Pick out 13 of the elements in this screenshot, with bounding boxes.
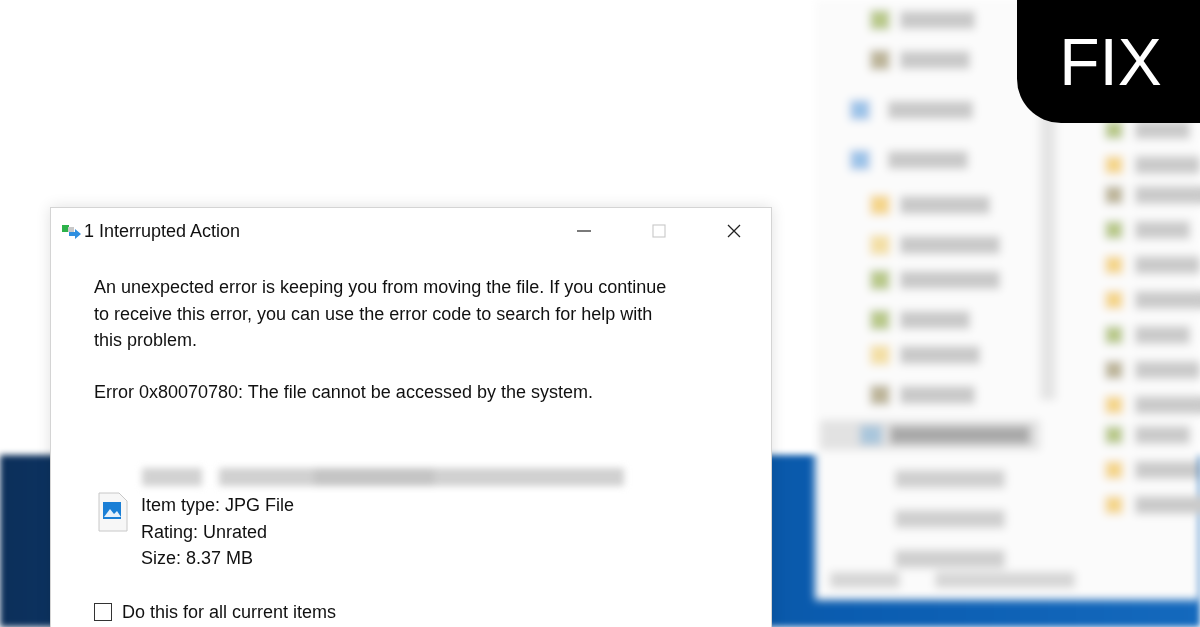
item-detail: Item type: JPG File (141, 494, 295, 517)
item-detail: Rating: Unrated (141, 520, 269, 544)
maximize-icon (651, 224, 666, 238)
window-title: 1 Interrupted Action (84, 220, 242, 242)
error-message: An unexpected error is keeping you from moving the file. If you continue to receive this error, you can use the error code to search for help with this problem. (94, 276, 668, 352)
move-file-icon (62, 222, 82, 240)
error-code-text: Error 0x80070780: The file cannot be accessed by the system. (94, 380, 594, 404)
item-detail: Size: 8.37 MB (141, 547, 255, 570)
close-icon (726, 224, 741, 238)
checkbox-label: Do this for all current items (122, 601, 337, 623)
image-file-icon (98, 492, 128, 532)
fix-badge: FIX (1017, 0, 1200, 123)
checkbox[interactable] (94, 603, 112, 621)
